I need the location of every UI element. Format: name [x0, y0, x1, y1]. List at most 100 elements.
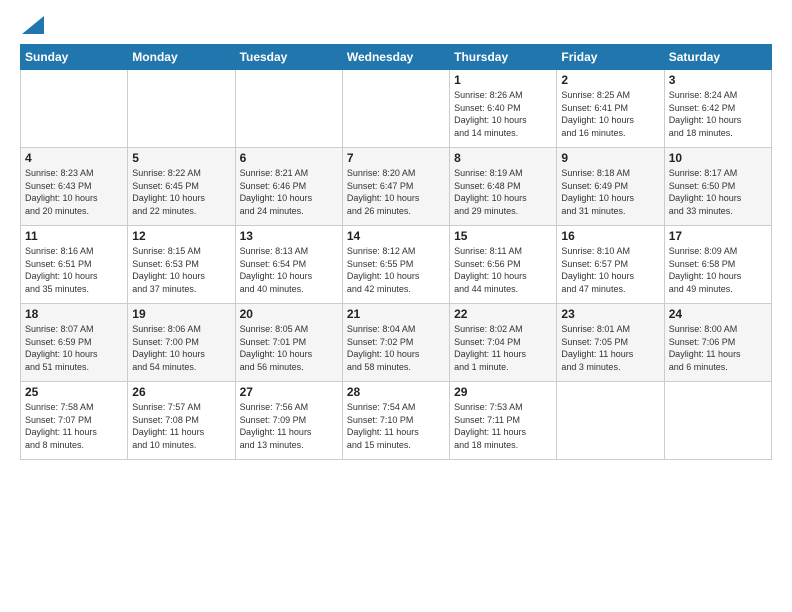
calendar-cell: 28Sunrise: 7:54 AM Sunset: 7:10 PM Dayli…	[342, 382, 449, 460]
calendar-cell	[128, 70, 235, 148]
calendar-cell: 5 Sunrise: 8:22 AM Sunset: 6:45 PM Daylig…	[128, 148, 235, 226]
day-number: 3	[669, 73, 767, 87]
day-number: 20	[240, 307, 338, 321]
day-info: Sunrise: 8:22 AM Sunset: 6:45 PM Dayligh…	[132, 167, 230, 217]
page: SundayMondayTuesdayWednesdayThursdayFrid…	[0, 0, 792, 612]
day-number: 27	[240, 385, 338, 399]
day-info: Sunrise: 8:16 AM Sunset: 6:51 PM Dayligh…	[25, 245, 123, 295]
weekday-header-row: SundayMondayTuesdayWednesdayThursdayFrid…	[21, 45, 772, 70]
week-row-0: 1 Sunrise: 8:26 AM Sunset: 6:40 PM Daylig…	[21, 70, 772, 148]
day-info: Sunrise: 7:54 AM Sunset: 7:10 PM Dayligh…	[347, 401, 445, 451]
day-info: Sunrise: 8:18 AM Sunset: 6:49 PM Dayligh…	[561, 167, 659, 217]
calendar-cell: 1 Sunrise: 8:26 AM Sunset: 6:40 PM Daylig…	[450, 70, 557, 148]
calendar-cell: 6 Sunrise: 8:21 AM Sunset: 6:46 PM Daylig…	[235, 148, 342, 226]
week-row-3: 18 Sunrise: 8:07 AM Sunset: 6:59 PM Dayli…	[21, 304, 772, 382]
day-info: Sunrise: 8:01 AM Sunset: 7:05 PM Dayligh…	[561, 323, 659, 373]
day-number: 26	[132, 385, 230, 399]
day-info: Sunrise: 8:02 AM Sunset: 7:04 PM Dayligh…	[454, 323, 552, 373]
day-number: 6	[240, 151, 338, 165]
logo-icon	[22, 16, 44, 34]
day-number: 13	[240, 229, 338, 243]
weekday-tuesday: Tuesday	[235, 45, 342, 70]
weekday-sunday: Sunday	[21, 45, 128, 70]
calendar-cell: 17 Sunrise: 8:09 AM Sunset: 6:58 PM Dayli…	[664, 226, 771, 304]
calendar-cell: 29 Sunrise: 7:53 AM Sunset: 7:11 PM Dayli…	[450, 382, 557, 460]
day-info: Sunrise: 7:53 AM Sunset: 7:11 PM Dayligh…	[454, 401, 552, 451]
calendar-cell	[342, 70, 449, 148]
day-info: Sunrise: 8:21 AM Sunset: 6:46 PM Dayligh…	[240, 167, 338, 217]
day-info: Sunrise: 8:13 AM Sunset: 6:54 PM Dayligh…	[240, 245, 338, 295]
weekday-friday: Friday	[557, 45, 664, 70]
week-row-4: 25 Sunrise: 7:58 AM Sunset: 7:07 PM Dayli…	[21, 382, 772, 460]
day-number: 11	[25, 229, 123, 243]
calendar-cell: 19 Sunrise: 8:06 AM Sunset: 7:00 PM Dayli…	[128, 304, 235, 382]
calendar-cell: 21 Sunrise: 8:04 AM Sunset: 7:02 PM Dayli…	[342, 304, 449, 382]
calendar-cell: 18 Sunrise: 8:07 AM Sunset: 6:59 PM Dayli…	[21, 304, 128, 382]
day-number: 16	[561, 229, 659, 243]
calendar-cell: 13 Sunrise: 8:13 AM Sunset: 6:54 PM Dayli…	[235, 226, 342, 304]
day-number: 19	[132, 307, 230, 321]
day-number: 23	[561, 307, 659, 321]
calendar-cell	[235, 70, 342, 148]
calendar-table: SundayMondayTuesdayWednesdayThursdayFrid…	[20, 44, 772, 460]
day-number: 17	[669, 229, 767, 243]
weekday-thursday: Thursday	[450, 45, 557, 70]
day-number: 15	[454, 229, 552, 243]
calendar-cell: 15 Sunrise: 8:11 AM Sunset: 6:56 PM Dayli…	[450, 226, 557, 304]
calendar-cell: 8 Sunrise: 8:19 AM Sunset: 6:48 PM Daylig…	[450, 148, 557, 226]
day-number: 22	[454, 307, 552, 321]
calendar-cell: 11 Sunrise: 8:16 AM Sunset: 6:51 PM Dayli…	[21, 226, 128, 304]
day-info: Sunrise: 8:24 AM Sunset: 6:42 PM Dayligh…	[669, 89, 767, 139]
calendar-cell: 9Sunrise: 8:18 AM Sunset: 6:49 PM Daylig…	[557, 148, 664, 226]
day-info: Sunrise: 8:07 AM Sunset: 6:59 PM Dayligh…	[25, 323, 123, 373]
calendar-cell: 14 Sunrise: 8:12 AM Sunset: 6:55 PM Dayli…	[342, 226, 449, 304]
calendar-cell	[664, 382, 771, 460]
day-number: 10	[669, 151, 767, 165]
calendar-cell: 24Sunrise: 8:00 AM Sunset: 7:06 PM Dayli…	[664, 304, 771, 382]
day-info: Sunrise: 8:20 AM Sunset: 6:47 PM Dayligh…	[347, 167, 445, 217]
calendar-cell: 3 Sunrise: 8:24 AM Sunset: 6:42 PM Daylig…	[664, 70, 771, 148]
day-info: Sunrise: 7:58 AM Sunset: 7:07 PM Dayligh…	[25, 401, 123, 451]
calendar-cell: 7 Sunrise: 8:20 AM Sunset: 6:47 PM Daylig…	[342, 148, 449, 226]
day-number: 12	[132, 229, 230, 243]
day-info: Sunrise: 8:00 AM Sunset: 7:06 PM Dayligh…	[669, 323, 767, 373]
calendar-cell	[21, 70, 128, 148]
day-number: 7	[347, 151, 445, 165]
day-info: Sunrise: 8:26 AM Sunset: 6:40 PM Dayligh…	[454, 89, 552, 139]
calendar-cell	[557, 382, 664, 460]
calendar-cell: 26Sunrise: 7:57 AM Sunset: 7:08 PM Dayli…	[128, 382, 235, 460]
day-info: Sunrise: 8:23 AM Sunset: 6:43 PM Dayligh…	[25, 167, 123, 217]
day-number: 18	[25, 307, 123, 321]
calendar-cell: 2 Sunrise: 8:25 AM Sunset: 6:41 PM Daylig…	[557, 70, 664, 148]
day-number: 5	[132, 151, 230, 165]
day-info: Sunrise: 8:19 AM Sunset: 6:48 PM Dayligh…	[454, 167, 552, 217]
day-info: Sunrise: 7:56 AM Sunset: 7:09 PM Dayligh…	[240, 401, 338, 451]
day-info: Sunrise: 8:06 AM Sunset: 7:00 PM Dayligh…	[132, 323, 230, 373]
calendar-cell: 23 Sunrise: 8:01 AM Sunset: 7:05 PM Dayli…	[557, 304, 664, 382]
day-number: 8	[454, 151, 552, 165]
header	[20, 18, 772, 34]
day-number: 2	[561, 73, 659, 87]
calendar-cell: 25 Sunrise: 7:58 AM Sunset: 7:07 PM Dayli…	[21, 382, 128, 460]
day-info: Sunrise: 8:10 AM Sunset: 6:57 PM Dayligh…	[561, 245, 659, 295]
day-info: Sunrise: 8:25 AM Sunset: 6:41 PM Dayligh…	[561, 89, 659, 139]
day-number: 21	[347, 307, 445, 321]
logo	[20, 18, 44, 34]
day-number: 1	[454, 73, 552, 87]
day-number: 29	[454, 385, 552, 399]
day-info: Sunrise: 8:11 AM Sunset: 6:56 PM Dayligh…	[454, 245, 552, 295]
calendar-cell: 20 Sunrise: 8:05 AM Sunset: 7:01 PM Dayli…	[235, 304, 342, 382]
weekday-saturday: Saturday	[664, 45, 771, 70]
week-row-1: 4Sunrise: 8:23 AM Sunset: 6:43 PM Daylig…	[21, 148, 772, 226]
day-info: Sunrise: 8:04 AM Sunset: 7:02 PM Dayligh…	[347, 323, 445, 373]
day-number: 14	[347, 229, 445, 243]
calendar-cell: 22 Sunrise: 8:02 AM Sunset: 7:04 PM Dayli…	[450, 304, 557, 382]
day-info: Sunrise: 8:09 AM Sunset: 6:58 PM Dayligh…	[669, 245, 767, 295]
day-info: Sunrise: 8:05 AM Sunset: 7:01 PM Dayligh…	[240, 323, 338, 373]
calendar-cell: 12Sunrise: 8:15 AM Sunset: 6:53 PM Dayli…	[128, 226, 235, 304]
calendar-cell: 10Sunrise: 8:17 AM Sunset: 6:50 PM Dayli…	[664, 148, 771, 226]
day-info: Sunrise: 8:12 AM Sunset: 6:55 PM Dayligh…	[347, 245, 445, 295]
calendar-cell: 16 Sunrise: 8:10 AM Sunset: 6:57 PM Dayli…	[557, 226, 664, 304]
week-row-2: 11 Sunrise: 8:16 AM Sunset: 6:51 PM Dayli…	[21, 226, 772, 304]
day-number: 25	[25, 385, 123, 399]
